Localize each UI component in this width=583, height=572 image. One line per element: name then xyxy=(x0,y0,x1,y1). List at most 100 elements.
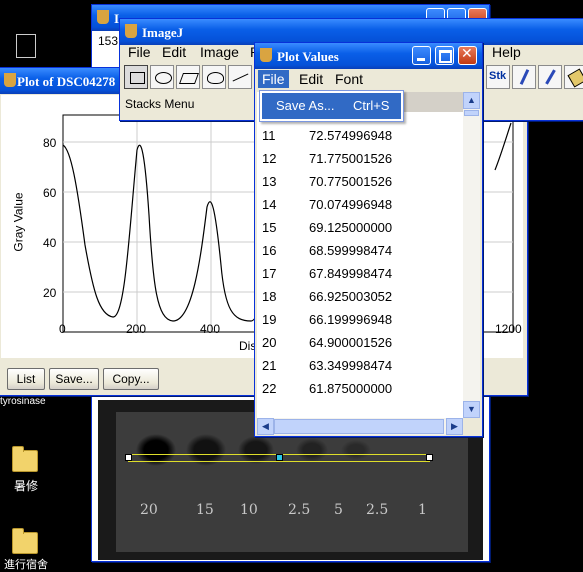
table-row: 11 72.574996948 xyxy=(257,125,463,148)
row-index: 18 xyxy=(262,289,277,304)
row-index: 20 xyxy=(262,335,277,350)
save-button[interactable]: Save... xyxy=(49,368,99,390)
table-row: 22 61.875000000 xyxy=(257,378,463,401)
row-index: 12 xyxy=(262,151,277,166)
stack-tool-icon[interactable]: Stk xyxy=(486,65,510,89)
desktop-app-icon xyxy=(16,34,36,58)
gel-label: 15 xyxy=(196,502,214,518)
scroll-thumb[interactable] xyxy=(464,110,479,116)
rectangle-tool-icon[interactable] xyxy=(124,65,148,89)
table-rows: 1073.4499969481172.5749969481271.7750015… xyxy=(257,105,463,418)
row-value: 67.849998474 xyxy=(309,266,393,281)
save-as-menu-item[interactable]: Save As... Ctrl+S xyxy=(262,93,401,119)
row-value: 72.574996948 xyxy=(309,128,393,143)
minimize-button[interactable] xyxy=(412,46,431,65)
freehand-tool-icon[interactable] xyxy=(202,65,226,89)
row-value: 69.125000000 xyxy=(309,220,393,235)
horizontal-scrollbar[interactable]: ◀ ▶ xyxy=(257,418,463,435)
selection-line[interactable] xyxy=(125,454,433,462)
desktop-icon-top[interactable] xyxy=(10,34,40,60)
status-text: Stacks Menu xyxy=(125,97,195,111)
y-tick: 60 xyxy=(43,186,57,200)
row-index: 13 xyxy=(262,174,277,189)
table-row: 21 63.349998474 xyxy=(257,355,463,378)
gel-label: 1 xyxy=(418,502,427,518)
gel-label: 10 xyxy=(240,502,258,518)
table-row: 15 69.125000000 xyxy=(257,217,463,240)
polygon-tool-icon[interactable] xyxy=(176,65,200,89)
vertical-scrollbar[interactable]: ▲ ▼ xyxy=(463,92,480,418)
x-tick: 0 xyxy=(59,322,66,336)
plot-line-right xyxy=(494,122,512,171)
gel-lane-labels: 20 15 10 2.5 5 2.5 1 xyxy=(140,502,450,522)
row-value: 70.775001526 xyxy=(309,174,393,189)
row-index: 21 xyxy=(262,358,277,373)
plot-values-menubar: File Edit Font xyxy=(255,70,482,90)
desktop-partial-text: tyrosinase xyxy=(0,396,46,407)
imagej-cup-icon xyxy=(125,24,137,38)
row-index: 16 xyxy=(262,243,277,258)
hscroll-thumb[interactable] xyxy=(274,419,444,434)
brush-tool-icon[interactable] xyxy=(538,65,562,89)
scroll-down-button[interactable]: ▼ xyxy=(463,401,480,418)
row-value: 71.775001526 xyxy=(309,151,393,166)
row-index: 11 xyxy=(262,128,276,143)
scroll-right-button[interactable]: ▶ xyxy=(446,418,463,435)
row-index: 14 xyxy=(262,197,277,212)
oval-tool-icon[interactable] xyxy=(150,65,174,89)
menu-file[interactable]: File xyxy=(258,70,289,88)
row-value: 66.199996948 xyxy=(309,312,393,327)
table-row: 17 67.849998474 xyxy=(257,263,463,286)
close-button[interactable]: ✕ xyxy=(458,46,477,65)
desktop-folder-icon-1[interactable] xyxy=(12,446,38,472)
x-tick: 1200 xyxy=(495,322,522,336)
imagej-title: ImageJ xyxy=(142,25,184,40)
gel-label: 5 xyxy=(334,502,343,518)
row-value: 68.599998474 xyxy=(309,243,393,258)
line-handle-right[interactable] xyxy=(426,454,433,461)
row-value: 63.349998474 xyxy=(309,358,393,373)
list-button[interactable]: List xyxy=(7,368,45,390)
y-axis-label: Gray Value xyxy=(11,192,26,252)
desktop-folder-label-1[interactable]: 暑修 xyxy=(14,477,38,494)
line-handle-mid[interactable] xyxy=(276,454,283,461)
table-row: 18 66.925003052 xyxy=(257,286,463,309)
menu-edit[interactable]: Edit xyxy=(295,70,327,88)
menu-edit[interactable]: Edit xyxy=(158,43,190,61)
row-index: 19 xyxy=(262,312,277,327)
back-window-field: 153 xyxy=(98,34,119,48)
menu-file[interactable]: File xyxy=(124,43,155,61)
copy-button[interactable]: Copy... xyxy=(103,368,159,390)
gel-label: 20 xyxy=(140,502,158,518)
x-tick: 400 xyxy=(200,322,221,336)
row-index: 22 xyxy=(262,381,277,396)
flood-fill-tool-icon[interactable] xyxy=(564,65,583,89)
desktop-folder-label-2[interactable]: 進行宿舍 xyxy=(4,556,48,572)
x-tick: 200 xyxy=(126,322,147,336)
gel-label: 2.5 xyxy=(288,502,311,518)
scroll-left-button[interactable]: ◀ xyxy=(257,418,274,435)
row-index: 15 xyxy=(262,220,277,235)
pencil-tool-icon[interactable] xyxy=(512,65,536,89)
gel-label: 2.5 xyxy=(366,502,389,518)
plot-values-titlebar[interactable]: Plot Values ✕ xyxy=(255,43,482,69)
line-handle-left[interactable] xyxy=(125,454,132,461)
table-row: 14 70.074996948 xyxy=(257,194,463,217)
scroll-up-button[interactable]: ▲ xyxy=(463,92,480,109)
row-value: 66.925003052 xyxy=(309,289,393,304)
table-row: 16 68.599998474 xyxy=(257,240,463,263)
menu-image[interactable]: Image xyxy=(196,43,243,61)
line-tool-icon[interactable] xyxy=(228,65,252,89)
maximize-button[interactable] xyxy=(435,46,454,65)
desktop-folder-icon-2[interactable] xyxy=(12,528,38,554)
menu-font[interactable]: Font xyxy=(331,70,367,88)
plot-values-title: Plot Values xyxy=(277,49,339,64)
row-value: 70.074996948 xyxy=(309,197,393,212)
menu-help[interactable]: Help xyxy=(488,43,525,61)
table-row: 13 70.775001526 xyxy=(257,171,463,194)
y-tick: 40 xyxy=(43,236,57,250)
imagej-cup-icon xyxy=(97,10,109,24)
imagej-cup-icon xyxy=(4,73,16,87)
y-tick: 20 xyxy=(43,286,57,300)
table-row: 19 66.199996948 xyxy=(257,309,463,332)
